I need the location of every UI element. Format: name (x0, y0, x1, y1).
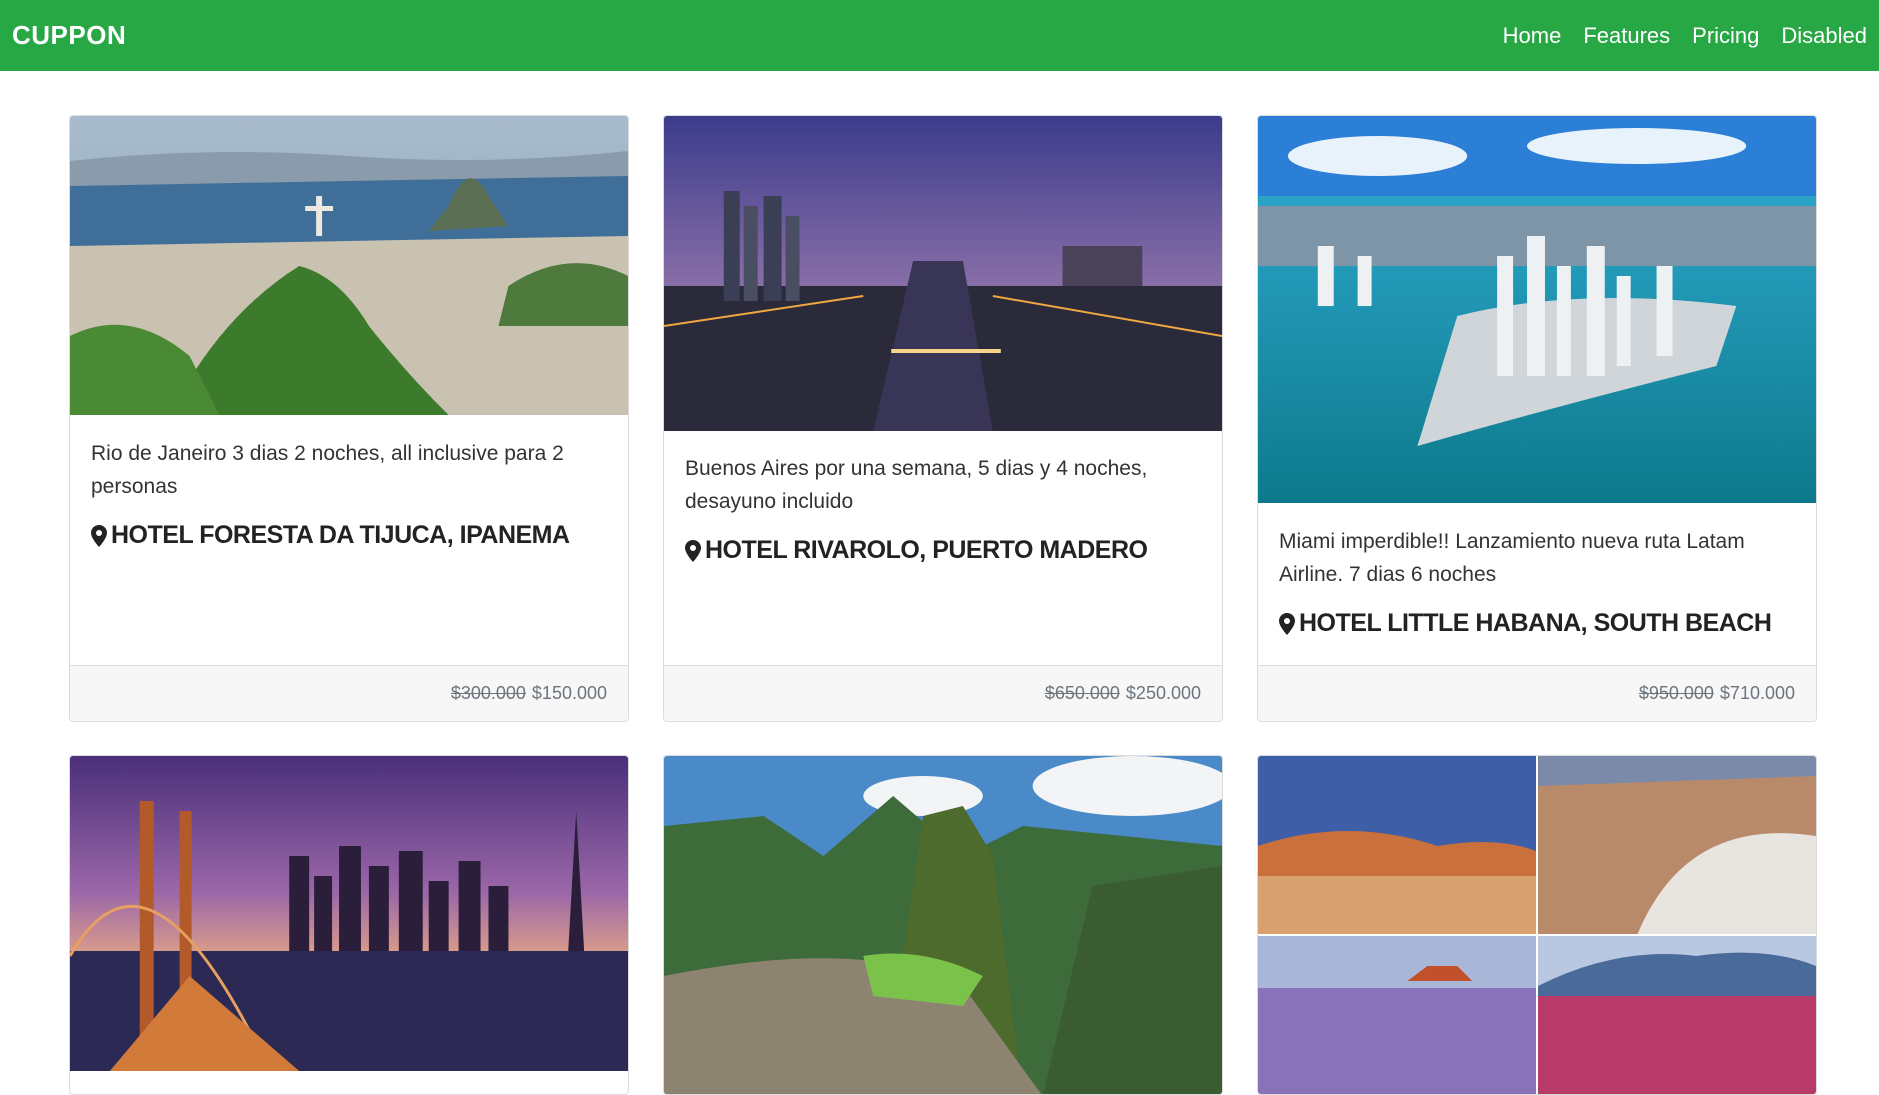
deal-card-buenos-aires[interactable]: Buenos Aires por una semana, 5 dias y 4 … (663, 115, 1223, 722)
deal-card-san-francisco[interactable] (69, 755, 629, 1095)
old-price: $300.000 (450, 683, 526, 703)
map-marker-icon (685, 539, 701, 562)
card-image-atacama (1258, 756, 1816, 1094)
card-image-buenos-aires (664, 116, 1222, 431)
navbar: CUPPON Home Features Pricing Disabled (0, 0, 1879, 71)
nav-menu: Home Features Pricing Disabled (1503, 23, 1867, 49)
brand-logo[interactable]: CUPPON (12, 20, 126, 51)
deal-card-atacama[interactable] (1257, 755, 1817, 1095)
card-footer: $650.000 $250.000 (664, 665, 1222, 721)
hotel-name: HOTEL RIVAROLO, PUERTO MADERO (705, 536, 1148, 564)
card-body: Rio de Janeiro 3 dias 2 noches, all incl… (70, 437, 628, 550)
hotel-location: HOTEL LITTLE HABANA, SOUTH BEACH (1279, 609, 1795, 638)
deal-description: Rio de Janeiro 3 dias 2 noches, all incl… (91, 442, 564, 498)
price: $250.000 (1125, 683, 1201, 703)
card-body: Buenos Aires por una semana, 5 dias y 4 … (664, 452, 1222, 565)
deal-card-miami[interactable]: Miami imperdible!! Lanzamiento nueva rut… (1257, 115, 1817, 722)
card-image-san-francisco (70, 756, 628, 1071)
card-footer: $950.000 $710.000 (1258, 665, 1816, 721)
hotel-location: HOTEL FORESTA DA TIJUCA, IPANEMA (91, 521, 607, 550)
map-marker-icon (1279, 612, 1295, 635)
deal-description: Buenos Aires por una semana, 5 dias y 4 … (685, 457, 1148, 513)
map-marker-icon (91, 524, 107, 547)
hotel-location: HOTEL RIVAROLO, PUERTO MADERO (685, 536, 1201, 565)
old-price: $950.000 (1638, 683, 1714, 703)
nav-link-features[interactable]: Features (1583, 23, 1670, 49)
card-footer: $300.000 $150.000 (70, 665, 628, 721)
price: $150.000 (531, 683, 607, 703)
deal-description: Miami imperdible!! Lanzamiento nueva rut… (1279, 530, 1745, 586)
nav-link-disabled[interactable]: Disabled (1781, 23, 1867, 49)
card-image-rio (70, 116, 628, 415)
nav-link-home[interactable]: Home (1503, 23, 1562, 49)
card-body: Miami imperdible!! Lanzamiento nueva rut… (1258, 525, 1816, 638)
card-image-miami (1258, 116, 1816, 503)
hotel-name: HOTEL LITTLE HABANA, SOUTH BEACH (1299, 609, 1772, 637)
nav-link-pricing[interactable]: Pricing (1692, 23, 1759, 49)
old-price: $650.000 (1044, 683, 1120, 703)
card-image-machu-picchu (664, 756, 1222, 1094)
deal-card-machu-picchu[interactable] (663, 755, 1223, 1095)
deal-card-rio[interactable]: Rio de Janeiro 3 dias 2 noches, all incl… (69, 115, 629, 722)
hotel-name: HOTEL FORESTA DA TIJUCA, IPANEMA (111, 521, 570, 549)
price: $710.000 (1719, 683, 1795, 703)
